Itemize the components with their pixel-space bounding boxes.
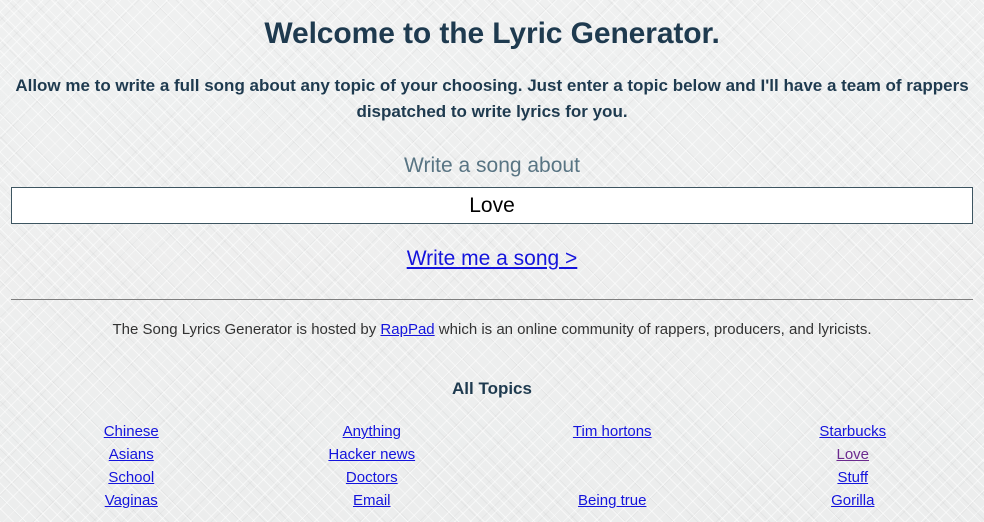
topics-column-3: Tim hortons Being true (492, 420, 733, 512)
list-item: Hacker news (328, 443, 415, 466)
hosted-note-prefix: The Song Lyrics Generator is hosted by (112, 321, 381, 338)
topics-column-1: Chinese Asians School Vaginas (11, 420, 252, 512)
list-item: Chinese (104, 420, 159, 443)
list-item: Asians (109, 443, 154, 466)
topic-link[interactable]: Doctors (346, 469, 398, 486)
list-item: Tim hortons (573, 420, 652, 443)
topics-column-4: Starbucks Love Stuff Gorilla (733, 420, 974, 512)
submit-row: Write me a song > (11, 224, 973, 271)
topics-column-2: Anything Hacker news Doctors Email (252, 420, 493, 512)
topic-link[interactable]: Hacker news (328, 446, 415, 463)
list-item: Doctors (346, 466, 398, 489)
topic-link[interactable]: Vaginas (105, 492, 158, 509)
topics-grid: Chinese Asians School Vaginas Anything H… (11, 420, 973, 512)
topic-link[interactable]: Stuff (837, 469, 868, 486)
hosted-by-note: The Song Lyrics Generator is hosted by R… (11, 300, 973, 340)
intro-text: Allow me to write a full song about any … (15, 76, 969, 121)
topic-link[interactable]: Tim hortons (573, 423, 652, 440)
list-item: Gorilla (831, 489, 874, 512)
topic-link[interactable]: Gorilla (831, 492, 874, 509)
list-item: Stuff (837, 466, 868, 489)
list-item: Vaginas (105, 489, 158, 512)
topic-link[interactable]: School (108, 469, 154, 486)
topic-field-label: Write a song about (404, 154, 580, 177)
list-item: Love (836, 443, 869, 466)
topic-link[interactable]: Being true (578, 492, 646, 509)
list-item: Email (353, 489, 391, 512)
rappad-link[interactable]: RapPad (380, 321, 434, 338)
page-title: Welcome to the Lyric Generator. (264, 17, 720, 50)
write-me-a-song-link[interactable]: Write me a song > (407, 247, 578, 270)
topic-link[interactable]: Asians (109, 446, 154, 463)
list-item: School (108, 466, 154, 489)
hosted-note-suffix: which is an online community of rappers,… (434, 321, 872, 338)
topic-link[interactable]: Chinese (104, 423, 159, 440)
topic-link[interactable]: Anything (343, 423, 401, 440)
list-item: Being true (578, 489, 646, 512)
list-item: Starbucks (819, 420, 886, 443)
list-item: Anything (343, 420, 401, 443)
topic-link[interactable]: Email (353, 492, 391, 509)
page-container: Welcome to the Lyric Generator. Allow me… (11, 0, 973, 512)
topic-link[interactable]: Starbucks (819, 423, 886, 440)
all-topics-heading: All Topics (452, 379, 532, 398)
topic-link-visited[interactable]: Love (836, 446, 869, 463)
topic-input[interactable] (11, 187, 973, 224)
